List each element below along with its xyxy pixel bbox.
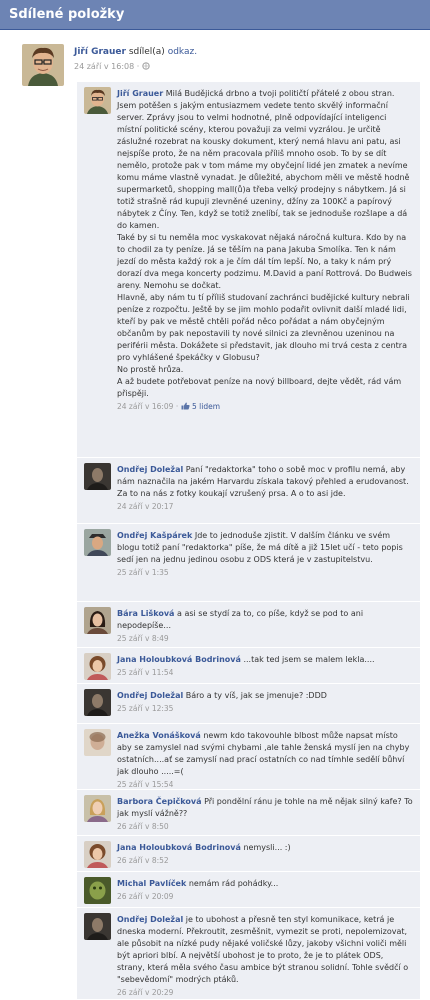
comment-item: Michal Pavlíček nemám rád pohádky... 26 … xyxy=(77,872,420,908)
comment-text: nemysli... :) xyxy=(243,843,291,852)
comment-text-paragraph: No prostě hrůza. xyxy=(117,365,184,374)
comment-text: Báro a ty víš, jak se jmenuje? :DDD xyxy=(185,691,327,700)
comment-item: Anežka Vonášková newm kdo takovouhle blb… xyxy=(77,724,420,790)
comment-body: Ondřej Doležal je to ubohost a přesně te… xyxy=(117,914,413,999)
comment-text: nemám rád pohádky... xyxy=(188,879,279,888)
globe-icon xyxy=(142,62,150,70)
commenter-avatar[interactable] xyxy=(84,841,111,868)
comment-text-paragraph: Také by si tu neměla moc vyskakovat něja… xyxy=(117,233,412,290)
comment-timestamp[interactable]: 25 září v 11:54 xyxy=(117,667,413,679)
commenter-avatar[interactable] xyxy=(84,607,111,634)
comment-item: Jana Holoubková Bodrinová ...tak ted jse… xyxy=(77,648,420,684)
comment-timestamp[interactable]: 26 září v 8:52 xyxy=(117,855,413,867)
commenter-avatar[interactable] xyxy=(84,877,111,904)
comment-text-paragraph: Hlavně, aby nám tu tí příliš studovaní z… xyxy=(117,293,410,362)
comment-author-link[interactable]: Jana Holoubková Bodrinová xyxy=(117,655,241,664)
commenter-avatar[interactable] xyxy=(84,87,111,114)
comment-author-link[interactable]: Ondřej Doležal xyxy=(117,915,183,924)
comment-author-link[interactable]: Barbora Čepičková xyxy=(117,797,202,806)
comment-text: ...tak ted jsem se malem lekla.... xyxy=(243,655,375,664)
comment-text: Milá Budějická drbno a tvoji političtí p… xyxy=(117,89,410,230)
comment-item: Bára Lišková a asi se stydí za to, co pí… xyxy=(77,602,420,648)
comment-author-link[interactable]: Jiří Grauer xyxy=(117,89,163,98)
comment-body: Jana Holoubková Bodrinová ...tak ted jse… xyxy=(117,654,413,679)
post-author-link[interactable]: Jiří Grauer xyxy=(74,47,126,57)
post-meta: 24 září v 16:08 · xyxy=(74,60,414,73)
comment-author-link[interactable]: Ondřej Kašpárek xyxy=(117,531,192,540)
section-title: Sdílené položky xyxy=(9,7,125,22)
comment-item: Jiří Grauer Milá Budějická drbno a tvoji… xyxy=(77,82,420,458)
commenter-avatar[interactable] xyxy=(84,729,111,756)
comment-list: Jiří Grauer Milá Budějická drbno a tvoji… xyxy=(77,82,420,1000)
comment-item: Ondřej Doležal Paní "redaktorka" toho o … xyxy=(77,458,420,524)
comment-timestamp[interactable]: 25 září v 12:35 xyxy=(117,703,413,715)
comment-author-link[interactable]: Ondřej Doležal xyxy=(117,691,183,700)
comment-body: Michal Pavlíček nemám rád pohádky... 26 … xyxy=(117,878,413,903)
commenter-avatar[interactable] xyxy=(84,689,111,716)
comment-timestamp[interactable]: 24 září v 20:17 xyxy=(117,501,413,513)
comment-item: Jana Holoubková Bodrinová nemysli... :) … xyxy=(77,836,420,872)
meta-separator: · xyxy=(136,62,140,71)
comment-timestamp[interactable]: 26 září v 20:09 xyxy=(117,891,413,903)
comment-author-link[interactable]: Bára Lišková xyxy=(117,609,174,618)
post-header: Jiří Grauer sdílel(a) odkaz. 24 září v 1… xyxy=(74,46,414,73)
comment-body: Jiří Grauer Milá Budějická drbno a tvoji… xyxy=(117,88,413,413)
comment-timestamp[interactable]: 24 září v 16:09 xyxy=(117,402,173,411)
comment-body: Ondřej Doležal Báro a ty víš, jak se jme… xyxy=(117,690,413,715)
post-action-text: sdílel(a) xyxy=(128,47,165,57)
comment-timestamp[interactable]: 25 září v 8:49 xyxy=(117,633,413,645)
thumbs-up-icon xyxy=(181,402,190,410)
shared-link[interactable]: odkaz. xyxy=(168,47,197,57)
comment-body: Ondřej Doležal Paní "redaktorka" toho o … xyxy=(117,464,413,513)
commenter-avatar[interactable] xyxy=(84,529,111,556)
comment-item: Ondřej Doležal je to ubohost a přesně te… xyxy=(77,908,420,1000)
comment-author-link[interactable]: Michal Pavlíček xyxy=(117,879,186,888)
comment-timestamp[interactable]: 25 září v 1:35 xyxy=(117,567,413,579)
comment-text-paragraph: A až budete potřebovat peníze na nový bi… xyxy=(117,377,402,398)
comment-author-link[interactable]: Anežka Vonášková xyxy=(117,731,201,740)
commenter-avatar[interactable] xyxy=(84,913,111,940)
comment-timestamp[interactable]: 26 září v 8:50 xyxy=(117,821,413,833)
comment-body: Jana Holoubková Bodrinová nemysli... :) … xyxy=(117,842,413,867)
comment-body: Bára Lišková a asi se stydí za to, co pí… xyxy=(117,608,413,645)
likes-count-link[interactable]: 5 lidem xyxy=(192,402,220,411)
comment-text: je to ubohost a přesně ten styl komunika… xyxy=(117,915,409,984)
commenter-avatar[interactable] xyxy=(84,463,111,490)
author-avatar[interactable] xyxy=(22,44,64,86)
comment-body: Ondřej Kašpárek Jde to jednoduše zjistit… xyxy=(117,530,413,579)
commenter-avatar[interactable] xyxy=(84,795,111,822)
comment-item: Ondřej Doležal Báro a ty víš, jak se jme… xyxy=(77,684,420,724)
comment-body: Barbora Čepičková Při pondělní ránu je t… xyxy=(117,796,413,833)
commenter-avatar[interactable] xyxy=(84,653,111,680)
comment-author-link[interactable]: Ondřej Doležal xyxy=(117,465,183,474)
comment-meta: 24 září v 16:09 · 5 lidem xyxy=(117,402,221,411)
comment-timestamp[interactable]: 26 září v 20:29 xyxy=(117,987,413,999)
comment-item: Ondřej Kašpárek Jde to jednoduše zjistit… xyxy=(77,524,420,602)
comment-item: Barbora Čepičková Při pondělní ránu je t… xyxy=(77,790,420,836)
section-header: Sdílené položky xyxy=(0,0,430,30)
comment-body: Anežka Vonášková newm kdo takovouhle blb… xyxy=(117,730,413,791)
comment-author-link[interactable]: Jana Holoubková Bodrinová xyxy=(117,843,241,852)
post-timestamp[interactable]: 24 září v 16:08 xyxy=(74,62,134,71)
